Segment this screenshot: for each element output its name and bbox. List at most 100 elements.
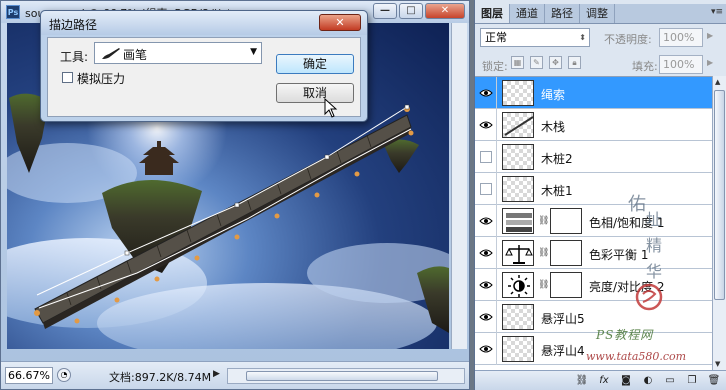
simulate-pressure-label[interactable]: 模拟压力 — [77, 70, 125, 87]
visibility-cell[interactable] — [475, 141, 497, 173]
eye-icon[interactable] — [479, 120, 493, 130]
layer-name[interactable]: 木桩1 — [541, 182, 573, 199]
visibility-cell[interactable] — [475, 77, 497, 109]
lock-transparent-icon[interactable]: ▦ — [511, 56, 524, 69]
tab-adjustments[interactable]: 调整 — [580, 4, 615, 23]
layer-row[interactable]: 绳索 — [475, 77, 712, 109]
brightness-contrast-icon — [502, 272, 534, 298]
new-adjustment-icon[interactable]: ◐ — [641, 374, 655, 388]
layer-row[interactable]: 木栈 — [475, 109, 712, 141]
layer-mask-thumbnail[interactable] — [550, 208, 582, 234]
layer-name[interactable]: 悬浮山4 — [541, 342, 585, 359]
layer-name[interactable]: 绳索 — [541, 86, 565, 103]
hidden-visibility-box[interactable] — [480, 151, 492, 163]
scroll-down-icon[interactable]: ▼ — [715, 360, 720, 368]
visibility-cell[interactable] — [475, 301, 497, 333]
visibility-cell[interactable] — [475, 205, 497, 237]
zoom-field[interactable]: 66.67% — [5, 367, 53, 384]
stroke-path-dialog: 描边路径 ✕ 工具: 画笔 ▼ 模拟压力 确定 取消 — [40, 10, 368, 122]
lock-position-icon[interactable]: ✥ — [549, 56, 562, 69]
eye-icon[interactable] — [479, 216, 493, 226]
layer-row[interactable]: 木桩2 — [475, 141, 712, 173]
watermark-brand: PS教程网 — [596, 328, 654, 342]
layers-scrollbar[interactable]: ▲ ▼ — [712, 76, 726, 370]
watermark-url: www.tata580.com — [586, 350, 687, 363]
red-seal-icon — [635, 283, 663, 311]
tab-channels[interactable]: 通道 — [510, 4, 545, 23]
panel-menu-icon[interactable]: ▾≡ — [711, 7, 723, 17]
chevron-updown-icon: ⬍ — [579, 33, 586, 42]
lock-pixels-icon[interactable]: ✎ — [530, 56, 543, 69]
visibility-cell[interactable] — [475, 173, 497, 205]
visibility-cell[interactable] — [475, 109, 497, 141]
layer-name[interactable]: 木栈 — [541, 118, 565, 135]
close-window-button[interactable]: ✕ — [425, 3, 465, 19]
new-layer-icon[interactable]: ❐ — [685, 374, 699, 388]
visibility-cell[interactable] — [475, 237, 497, 269]
layer-row[interactable]: ⛓ 亮度/对比度 2 — [475, 269, 712, 301]
trash-icon[interactable]: 🗑︎ — [707, 374, 721, 388]
tool-select[interactable]: 画笔 ▼ — [94, 42, 262, 64]
layer-row[interactable]: 木桩1 — [475, 173, 712, 205]
layer-mask-thumbnail[interactable] — [550, 240, 582, 266]
fill-arrow-icon[interactable]: ▶ — [707, 58, 713, 67]
mouse-cursor-icon — [324, 98, 338, 118]
layer-row[interactable]: ⛓ 色相/饱和度 1 — [475, 205, 712, 237]
eye-icon[interactable] — [479, 312, 493, 322]
status-menu-arrow-icon[interactable]: ▶ — [213, 369, 220, 379]
tool-label: 工具: — [60, 50, 89, 64]
dialog-titlebar[interactable]: 描边路径 ✕ — [41, 11, 367, 35]
document-vertical-scrollbar[interactable] — [451, 23, 467, 349]
cancel-button[interactable]: 取消 — [276, 83, 354, 103]
add-mask-icon[interactable]: ◙ — [619, 374, 633, 388]
scrollbar-thumb[interactable] — [246, 371, 438, 381]
hidden-visibility-box[interactable] — [480, 183, 492, 195]
watermark-char: 华 — [646, 262, 663, 281]
link-icon: ⛓ — [538, 216, 550, 226]
tab-paths[interactable]: 路径 — [545, 4, 580, 23]
layer-thumbnail — [502, 112, 534, 138]
document-horizontal-scrollbar[interactable] — [227, 368, 465, 384]
layer-thumbnail — [502, 304, 534, 330]
layer-name[interactable]: 悬浮山5 — [541, 310, 585, 327]
visibility-cell[interactable] — [475, 269, 497, 301]
layer-row[interactable]: 悬浮山5 — [475, 301, 712, 333]
tool-select-value: 画笔 — [123, 48, 148, 62]
layer-thumbnail — [502, 144, 534, 170]
lock-label: 锁定: — [482, 60, 508, 73]
link-icon: ⛓ — [538, 280, 550, 290]
dialog-title: 描边路径 — [49, 18, 98, 32]
new-group-icon[interactable]: ▭ — [663, 374, 677, 388]
eye-icon[interactable] — [479, 248, 493, 258]
simulate-pressure-checkbox[interactable] — [62, 72, 73, 83]
eye-icon[interactable] — [479, 280, 493, 290]
ok-button[interactable]: 确定 — [276, 54, 354, 74]
eye-icon[interactable] — [479, 344, 493, 354]
fill-field[interactable]: 100% — [659, 55, 703, 74]
scrollbar-thumb[interactable] — [714, 90, 725, 300]
layer-name[interactable]: 木桩2 — [541, 150, 573, 167]
layers-panel-footer: ⛓ fx ◙ ◐ ▭ ❐ 🗑︎ — [475, 370, 726, 390]
opacity-arrow-icon[interactable]: ▶ — [707, 31, 713, 40]
layer-mask-thumbnail[interactable] — [550, 272, 582, 298]
opacity-field[interactable]: 100% — [659, 28, 703, 47]
dialog-close-button[interactable]: ✕ — [319, 14, 361, 31]
footer-icons: ⛓ fx ◙ ◐ ▭ ❐ 🗑︎ — [575, 374, 721, 388]
blend-mode-select[interactable]: 正常 ⬍ — [480, 28, 590, 47]
link-layers-icon[interactable]: ⛓ — [575, 374, 589, 388]
status-nav-icon[interactable]: ◔ — [57, 368, 71, 382]
walkway-thumbnail-icon — [504, 116, 534, 136]
sun-icon — [508, 275, 530, 297]
lock-all-icon[interactable]: 🔒︎ — [568, 56, 581, 69]
link-icon: ⛓ — [538, 248, 550, 258]
watermark-char: 精 — [646, 236, 663, 255]
layer-name[interactable]: 色彩平衡 1 — [589, 246, 648, 263]
scroll-up-icon[interactable]: ▲ — [715, 78, 720, 86]
maximize-button[interactable]: □ — [399, 3, 423, 19]
fx-icon[interactable]: fx — [597, 374, 611, 388]
eye-icon[interactable] — [479, 88, 493, 98]
visibility-cell[interactable] — [475, 333, 497, 365]
tab-layers[interactable]: 图层 — [475, 4, 510, 23]
minimize-button[interactable]: — — [373, 3, 397, 19]
layer-row[interactable]: ⛓ 色彩平衡 1 — [475, 237, 712, 269]
